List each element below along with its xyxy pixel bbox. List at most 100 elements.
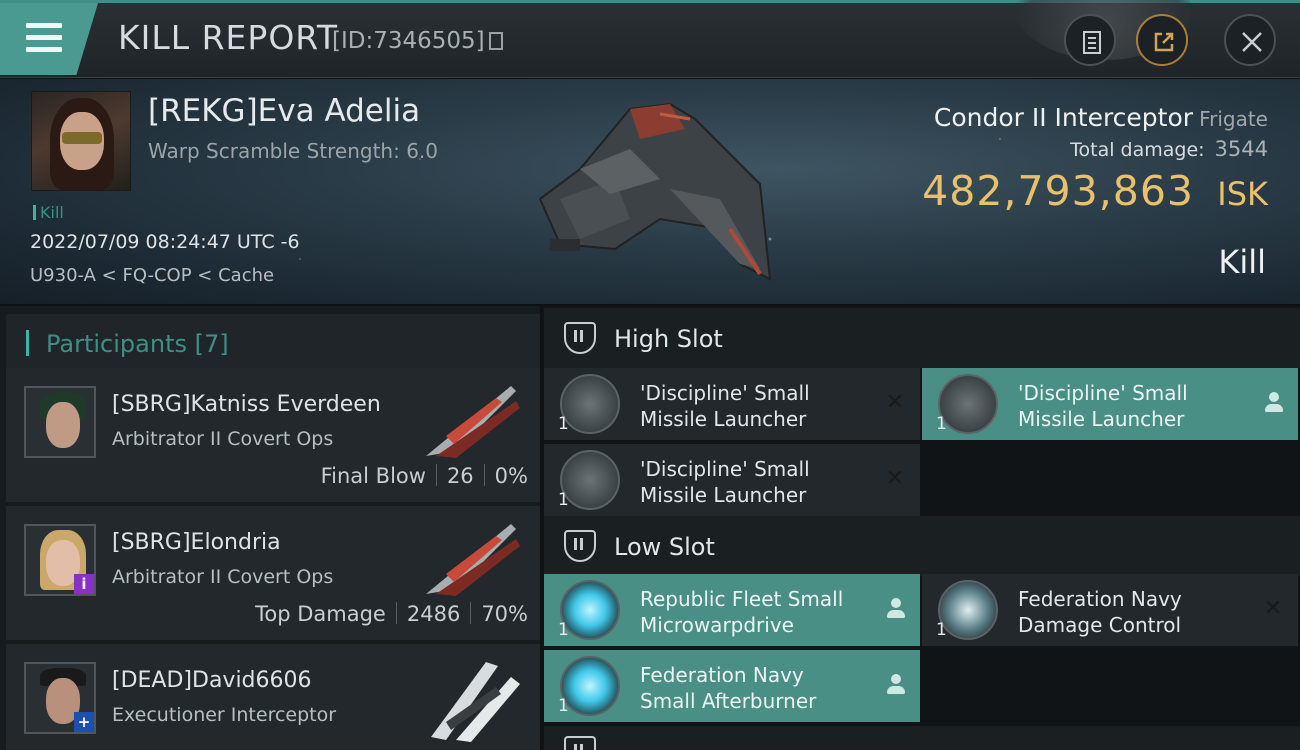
dropped-person-icon — [1264, 392, 1284, 414]
module-item[interactable]: 1 'Discipline' Small Missile Launcher — [922, 368, 1298, 440]
victim-banner: [REKG]Eva Adelia Warp Scramble Strength:… — [0, 79, 1300, 304]
high-slot-title: High Slot — [614, 325, 723, 353]
participant-row[interactable]: i [SBRG]Elondria Arbitrator II Covert Op… — [6, 506, 540, 642]
module-name-line2: Microwarpdrive — [640, 613, 794, 637]
participant-ship: Arbitrator II Covert Ops — [112, 428, 334, 450]
module-name: Federation Navy Damage Control — [1018, 586, 1248, 638]
victim-ship-name[interactable]: Condor II Interceptor Frigate — [934, 103, 1268, 132]
share-icon — [1154, 32, 1174, 52]
module-item[interactable]: 1 Republic Fleet Small Microwarpdrive — [544, 574, 920, 646]
low-slot-title: Low Slot — [614, 533, 715, 561]
module-name-line2: Small Afterburner — [640, 689, 817, 713]
module-quantity: 1 — [558, 414, 569, 434]
module-name-line2: Missile Launcher — [640, 483, 807, 507]
hamburger-icon — [26, 23, 62, 28]
stats-separator — [435, 464, 437, 486]
avatar-glasses — [62, 132, 102, 144]
kill-id: [ID:7346505] — [332, 28, 503, 54]
destroyed-icon: ✕ — [1263, 596, 1283, 621]
high-slot-icon — [564, 322, 596, 354]
module-name-line1: Republic Fleet Small — [640, 587, 844, 611]
total-damage-label: Total damage: — [1070, 139, 1205, 161]
module-item[interactable]: 1 'Discipline' Small Missile Launcher ✕ — [544, 368, 920, 440]
stats-separator — [470, 602, 472, 624]
module-item[interactable]: 1 Federation Navy Small Afterburner — [544, 650, 920, 722]
module-name: 'Discipline' Small Missile Launcher — [640, 380, 870, 432]
isk-unit: ISK — [1217, 175, 1268, 213]
participant-percent: 70% — [481, 602, 528, 626]
module-name-line1: 'Discipline' Small — [640, 457, 810, 481]
damage-control-icon — [938, 580, 998, 640]
module-item[interactable]: 1 'Discipline' Small Missile Launcher ✕ — [544, 444, 920, 516]
hamburger-icon-bar — [26, 47, 62, 52]
high-slot-header: High Slot — [544, 308, 1300, 368]
plus-badge-icon: + — [74, 712, 94, 732]
stats-separator — [395, 602, 397, 624]
clipboard-icon — [1083, 31, 1101, 54]
dropped-person-icon — [886, 674, 906, 696]
close-button[interactable] — [1224, 14, 1276, 66]
share-button[interactable] — [1136, 14, 1188, 66]
kill-result-label: Kill — [1218, 243, 1266, 281]
participants-title: Participants [7] — [46, 330, 229, 358]
victim-avatar[interactable] — [31, 91, 131, 191]
participant-row[interactable]: + [DEAD]David6606 Executioner Intercepto… — [6, 644, 540, 750]
module-name: Republic Fleet Small Microwarpdrive — [640, 586, 870, 638]
low-slot-icon — [564, 530, 596, 562]
module-quantity: 1 — [558, 696, 569, 716]
kill-tag: Kill — [33, 203, 64, 222]
report-button[interactable] — [1064, 14, 1116, 66]
module-name-line2: Missile Launcher — [1018, 407, 1185, 431]
participant-stats: Top Damage 2486 70% — [255, 602, 528, 626]
ship-class: Frigate — [1199, 107, 1268, 131]
module-name-line1: Federation Navy — [1018, 587, 1182, 611]
info-badge-icon: i — [74, 574, 94, 594]
module-name-line2: Damage Control — [1018, 613, 1182, 637]
module-name: 'Discipline' Small Missile Launcher — [640, 456, 870, 508]
victim-name[interactable]: [REKG]Eva Adelia — [148, 93, 420, 129]
participant-ship: Arbitrator II Covert Ops — [112, 566, 334, 588]
isk-value: 482,793,863 — [922, 167, 1194, 215]
module-item[interactable]: 1 Federation Navy Damage Control ✕ — [922, 574, 1298, 646]
victim-subtitle: Warp Scramble Strength: 6.0 — [148, 139, 439, 163]
participant-row[interactable]: [SBRG]Katniss Everdeen Arbitrator II Cov… — [6, 368, 540, 504]
participants-header: Participants [7] — [6, 314, 540, 368]
participant-ship-image — [426, 524, 520, 596]
destroyed-icon: ✕ — [885, 466, 905, 491]
missile-launcher-icon — [560, 374, 620, 434]
close-icon — [1242, 32, 1262, 52]
module-name-line2: Missile Launcher — [640, 407, 807, 431]
victim-ship-image[interactable] — [520, 89, 780, 289]
participant-ship: Executioner Interceptor — [112, 704, 337, 726]
total-damage: Total damage: 3544 — [1070, 137, 1268, 161]
kill-report-header: KILL REPORT [ID:7346505] — [0, 0, 1300, 78]
participant-damage: 26 — [446, 464, 474, 488]
missile-launcher-icon — [938, 374, 998, 434]
module-name: 'Discipline' Small Missile Launcher — [1018, 380, 1248, 432]
low-slot-header: Low Slot — [544, 516, 1300, 576]
kill-location[interactable]: U930-A < FQ-COP < Cache — [30, 265, 274, 286]
next-slot-header — [544, 726, 1300, 750]
module-name-line1: 'Discipline' Small — [1018, 381, 1188, 405]
dropped-person-icon — [886, 598, 906, 620]
stats-separator — [483, 464, 485, 486]
hamburger-icon-bar — [26, 35, 62, 40]
module-quantity: 1 — [936, 414, 947, 434]
menu-button[interactable] — [0, 3, 98, 75]
missile-launcher-icon — [560, 450, 620, 510]
participant-ship-image — [426, 386, 520, 458]
fitting-panel: High Slot 1 'Discipline' Small Missile L… — [542, 306, 1300, 750]
avatar[interactable]: i — [24, 524, 96, 596]
participant-name: [DEAD]David6606 — [112, 668, 312, 693]
avatar-face — [46, 402, 80, 448]
participant-damage: 2486 — [406, 602, 461, 626]
module-name-line1: 'Discipline' Small — [640, 381, 810, 405]
avatar[interactable] — [24, 386, 96, 458]
microwarpdrive-icon — [560, 580, 620, 640]
participant-role: Final Blow — [320, 464, 426, 488]
copy-icon[interactable] — [488, 32, 503, 50]
avatar[interactable]: + — [24, 662, 96, 734]
participant-percent: 0% — [494, 464, 528, 488]
destroyed-icon: ✕ — [885, 390, 905, 415]
kill-timestamp: 2022/07/09 08:24:47 UTC -6 — [30, 231, 300, 253]
